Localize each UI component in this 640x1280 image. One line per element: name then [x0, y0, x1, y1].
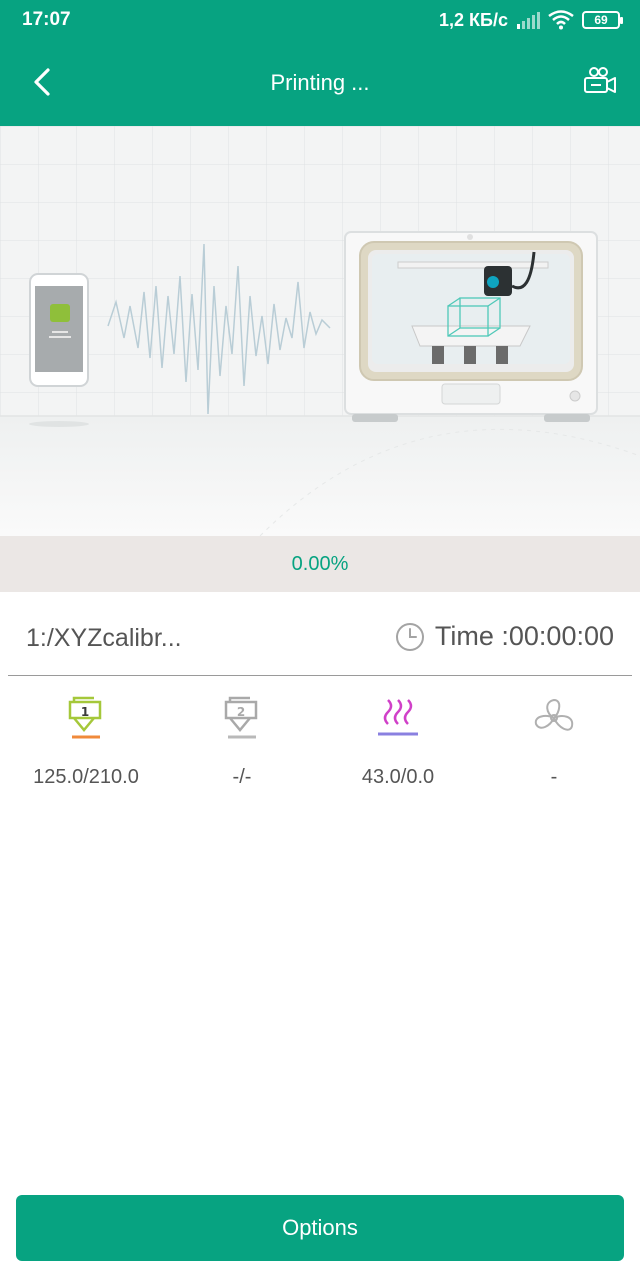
svg-text:1: 1	[81, 705, 89, 719]
status-indicators: 1,2 КБ/с 69	[439, 9, 623, 31]
heated-bed-stat: 43.0/0.0	[318, 690, 478, 800]
wifi-icon	[548, 10, 574, 30]
options-button[interactable]: Options	[16, 1195, 624, 1261]
camera-icon	[584, 67, 616, 93]
signal-icon	[517, 12, 540, 29]
heated-bed-icon	[378, 699, 418, 736]
extruder-2-temperature: -/-	[232, 766, 252, 788]
printer-stats: 1 125.0/210.0 2 -/- 43.0/0.0 -	[0, 690, 640, 800]
file-name: 1:/XYZcalibr...	[26, 624, 182, 652]
time-text: Time :00:00:00	[434, 621, 614, 651]
job-info-row: 1:/XYZcalibr... Time :00:00:00	[8, 592, 632, 676]
camera-button[interactable]	[582, 64, 618, 100]
printer-scene-image	[0, 126, 640, 536]
printer-illustration	[0, 126, 640, 536]
page-title: Printing ...	[270, 70, 370, 95]
extruder-1-icon: 1	[68, 696, 102, 739]
svg-text:2: 2	[237, 705, 245, 719]
extruder-2-stat: 2 -/-	[162, 690, 322, 800]
progress-percentage: 0.00%	[291, 553, 349, 575]
status-bar: 17:07 1,2 КБ/с 69	[0, 0, 640, 40]
status-time: 17:07	[22, 9, 71, 30]
battery-icon: 69	[582, 11, 623, 29]
network-speed: 1,2 КБ/с	[439, 9, 508, 30]
bed-temperature: 43.0/0.0	[361, 766, 435, 788]
fan-stat: -	[474, 690, 634, 800]
3d-printer-graphic	[344, 231, 598, 422]
extruder-1-temperature: 125.0/210.0	[33, 766, 139, 788]
clock-icon	[395, 622, 424, 651]
print-progress-bar: 0.00%	[0, 536, 640, 592]
fan-icon	[534, 698, 574, 731]
extruder-2-icon: 2	[224, 696, 258, 739]
fan-speed: -	[550, 766, 558, 788]
extruder-1-stat: 1 125.0/210.0	[6, 690, 166, 800]
app-bar: Printing ...	[0, 40, 640, 126]
battery-level: 69	[594, 13, 608, 27]
elapsed-time: Time :00:00:00	[395, 621, 614, 652]
